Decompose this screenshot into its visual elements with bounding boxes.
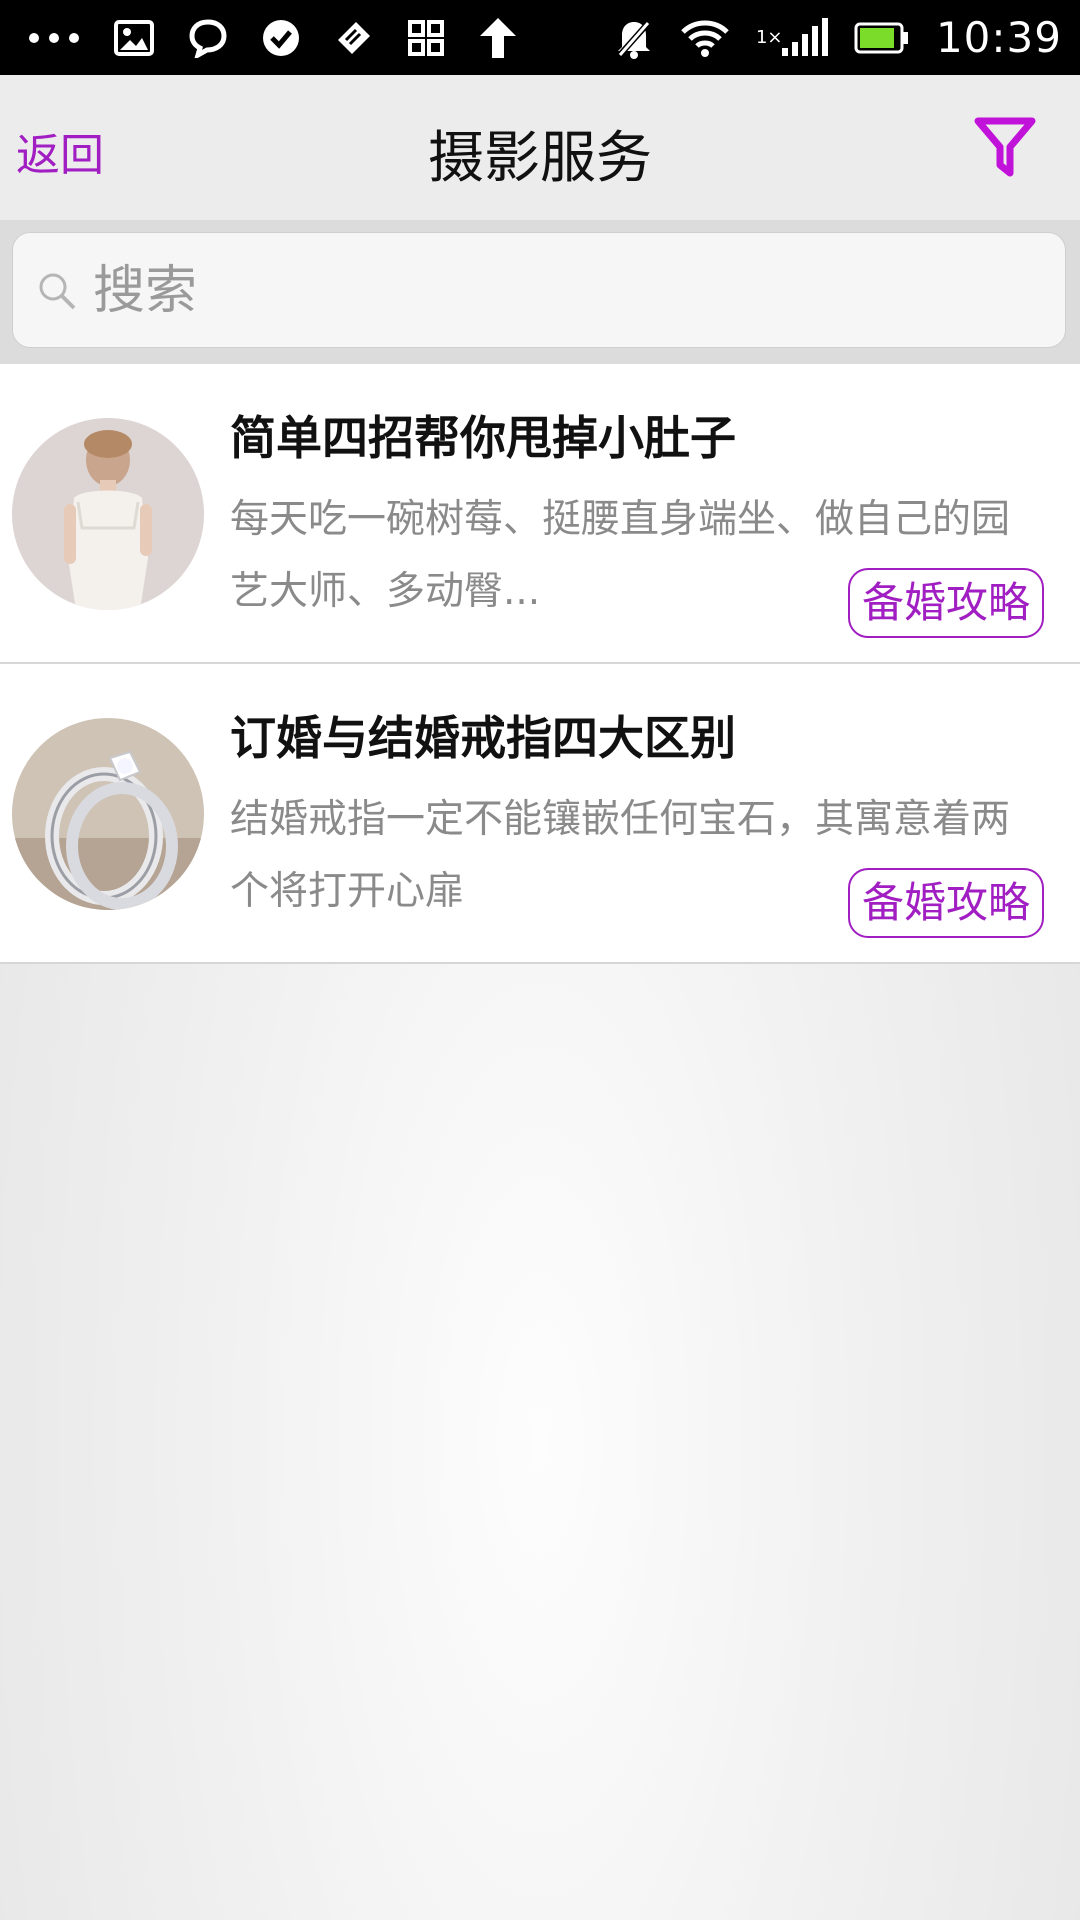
article-list: 简单四招帮你甩掉小肚子 每天吃一碗树莓、挺腰直身端坐、做自己的园艺大师、多动臀.… [0, 364, 1080, 964]
status-bar-right: 1× 10:39 [614, 0, 1062, 75]
status-bar-left [28, 0, 518, 75]
network-type-label: 1× [755, 26, 783, 48]
check-circle-icon [262, 19, 300, 57]
chat-bubble-icon [188, 18, 228, 58]
article-thumbnail [12, 718, 204, 910]
article-thumbnail [12, 418, 204, 610]
mute-bell-icon [614, 17, 654, 59]
wifi-icon [680, 18, 730, 58]
nav-header: 返回 摄影服务 [0, 75, 1080, 220]
status-time: 10:39 [935, 13, 1062, 62]
more-dots-icon [28, 31, 80, 45]
upload-arrow-icon [478, 16, 518, 60]
filter-button[interactable] [974, 115, 1036, 179]
list-item[interactable]: 简单四招帮你甩掉小肚子 每天吃一碗树莓、挺腰直身端坐、做自己的园艺大师、多动臀.… [0, 364, 1080, 664]
filter-icon [974, 117, 1036, 183]
apps-grid-icon [408, 19, 444, 56]
tag-icon [334, 18, 374, 58]
battery-icon [854, 22, 910, 54]
list-item[interactable]: 订婚与结婚戒指四大区别 结婚戒指一定不能镶嵌任何宝石，其寓意着两个将打开心扉 备… [0, 664, 1080, 964]
page-title: 摄影服务 [428, 126, 652, 191]
article-tag[interactable]: 备婚攻略 [847, 868, 1044, 938]
search-input[interactable] [93, 251, 1045, 331]
status-bar: 1× 10:39 [0, 0, 1080, 75]
signal-icon: 1× [756, 16, 828, 60]
image-icon [114, 19, 154, 56]
search-bar [0, 220, 1080, 364]
article-title: 简单四招帮你甩掉小肚子 [230, 411, 736, 465]
article-title: 订婚与结婚戒指四大区别 [230, 711, 736, 765]
article-tag[interactable]: 备婚攻略 [847, 568, 1044, 638]
search-box[interactable] [12, 232, 1066, 348]
search-icon [37, 271, 77, 311]
